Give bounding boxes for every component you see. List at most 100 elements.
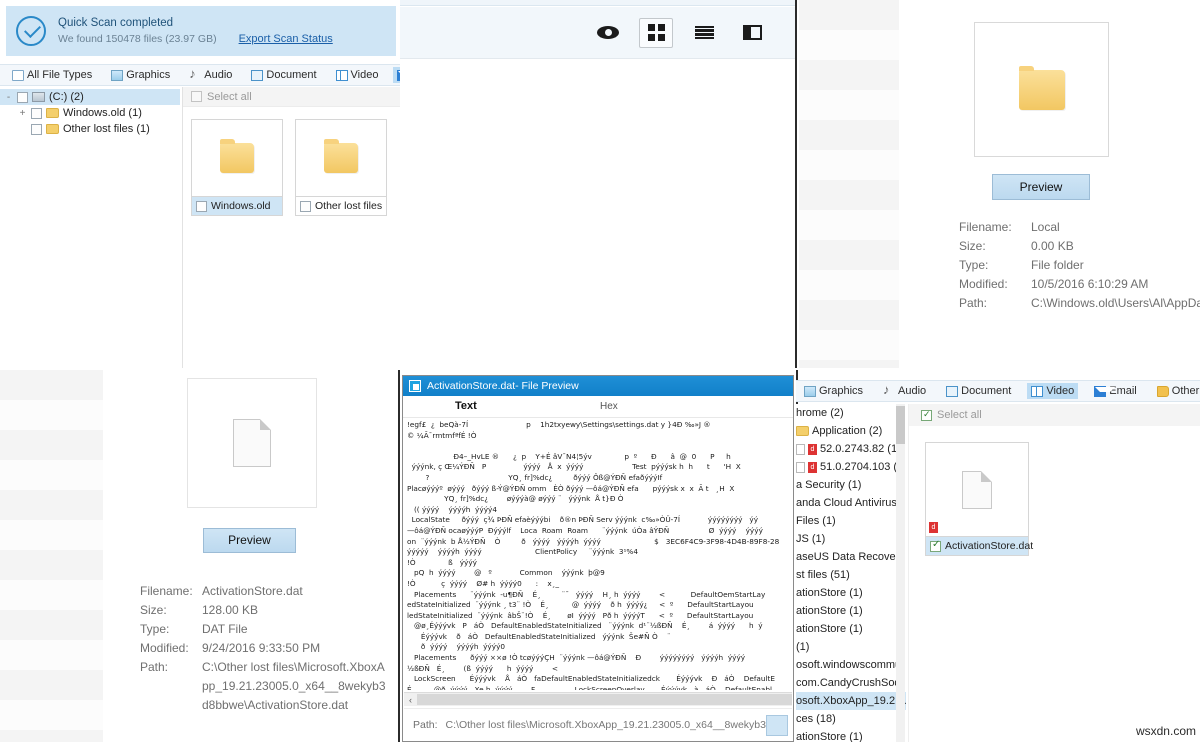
tree-checkbox[interactable] (31, 108, 42, 119)
list-row[interactable] (0, 700, 103, 730)
tab-audio[interactable]: Audio (879, 383, 930, 399)
list-row[interactable] (799, 240, 899, 270)
tree-item[interactable]: d52.0.2743.82 (1) (796, 440, 906, 458)
tree-item[interactable]: osoft.XboxApp_19.21.. (796, 692, 906, 710)
thumbnail-label-row[interactable]: Windows.old (191, 197, 283, 216)
thumbnail-item[interactable]: d ActivationStore.dat (925, 442, 1029, 556)
hex-content-area[interactable]: !egf£ ¿ beQà-7Í p 1h2txyewy\Settings\set… (404, 420, 792, 690)
metadata-row: Size: 0.00 KB (959, 237, 1199, 256)
tree-item[interactable]: JS (1) (796, 530, 906, 548)
folder-icon (796, 426, 809, 436)
list-row[interactable] (799, 330, 899, 360)
tree-item[interactable]: (1) (796, 638, 906, 656)
list-row[interactable] (799, 120, 899, 150)
eye-icon (597, 26, 619, 39)
tree-item-other-lost-files[interactable]: Other lost files (1) (0, 121, 180, 137)
list-row[interactable] (799, 30, 899, 60)
tree-item[interactable]: ationStore (1) (796, 728, 906, 742)
tree-item[interactable]: anda Cloud Antivirus (796, 494, 906, 512)
select-all-row-top[interactable]: Select all (183, 87, 400, 107)
hex-content-line: ýýýnk, ç Œ¼ÝÐÑ P ýýýý Å x ýýýý Test pýýý… (407, 462, 792, 473)
tree-item[interactable]: d51.0.2704.103 (1 (796, 458, 906, 476)
select-all-row-bottom[interactable]: Select all (909, 404, 1200, 426)
list-row[interactable] (0, 550, 103, 580)
list-row[interactable] (0, 520, 103, 550)
horizontal-scrollbar[interactable]: ‹ (404, 692, 792, 706)
select-all-checkbox[interactable] (191, 91, 202, 102)
list-row[interactable] (799, 0, 899, 30)
tree-item[interactable]: ationStore (1) (796, 620, 906, 638)
tab-all-file-types[interactable]: All File Types (8, 67, 96, 83)
select-all-checkbox[interactable] (921, 410, 932, 421)
list-row[interactable] (0, 370, 103, 400)
export-scan-status-link[interactable]: Export Scan Status (239, 33, 333, 45)
tree-item[interactable]: a Security (1) (796, 476, 906, 494)
thumbnail-label-row[interactable]: Other lost files (295, 197, 387, 216)
tree-checkbox[interactable] (17, 92, 28, 103)
scroll-left-arrow[interactable]: ‹ (404, 695, 417, 705)
item-checkbox[interactable] (196, 201, 207, 212)
preview-toggle-button[interactable] (591, 18, 625, 48)
tree-item[interactable]: osoft.windowscommu (796, 656, 906, 674)
list-view-button[interactable] (687, 18, 721, 48)
tab-document[interactable]: Document (247, 67, 320, 83)
tab-graphics[interactable]: Graphics (107, 67, 174, 83)
preview-button[interactable]: Preview (203, 528, 296, 553)
tree-item[interactable]: st files (51) (796, 566, 906, 584)
tab-label: Audio (898, 385, 926, 397)
list-row[interactable] (0, 400, 103, 430)
list-row[interactable] (799, 360, 899, 368)
tree-item[interactable]: hrome (2) (796, 404, 906, 422)
path-action-button[interactable] (766, 715, 788, 736)
tree-item[interactable]: com.CandyCrushSod (796, 674, 906, 692)
scrollbar-thumb[interactable] (896, 406, 905, 444)
thumbnail-list-top: Windows.old Other lost files (183, 107, 400, 228)
list-row[interactable] (0, 670, 103, 700)
tree-item[interactable]: aseUS Data Recovery ' (796, 548, 906, 566)
expander-icon[interactable]: - (4, 92, 13, 103)
thumbnail-item[interactable]: Other lost files (295, 119, 387, 216)
preview-button[interactable]: Preview (992, 174, 1090, 200)
list-row[interactable] (0, 730, 103, 742)
metadata-key: Filename: (140, 582, 202, 601)
list-row[interactable] (0, 430, 103, 460)
list-row[interactable] (0, 610, 103, 640)
list-row[interactable] (799, 180, 899, 210)
thumbnail-item[interactable]: Windows.old (191, 119, 283, 216)
tree-item[interactable]: ces (18) (796, 710, 906, 728)
scrollbar-track[interactable] (417, 694, 792, 705)
hex-content-line: edStateInitialized ¨ýýýnk ¸ t3¨ !Ò É¸ @ … (407, 600, 792, 611)
tree-item-drive-c[interactable]: - (C:) (2) (0, 89, 180, 105)
tree-item-windows-old[interactable]: + Windows.old (1) (0, 105, 180, 121)
tree-item[interactable]: ationStore (1) (796, 602, 906, 620)
list-row[interactable] (0, 460, 103, 490)
tab-video[interactable]: Video (1027, 383, 1078, 399)
tab-document[interactable]: Document (942, 383, 1015, 399)
thumbnail-label-row[interactable]: ActivationStore.dat (925, 536, 1029, 556)
tree-item[interactable]: Files (1) (796, 512, 906, 530)
tab-audio[interactable]: Audio (185, 67, 236, 83)
tree-checkbox[interactable] (31, 124, 42, 135)
thumbnail-image: d (925, 442, 1029, 536)
item-checkbox[interactable] (300, 201, 311, 212)
item-checkbox[interactable] (930, 541, 941, 552)
tab-email[interactable]: Email (1090, 383, 1141, 399)
tree-item[interactable]: ationStore (1) (796, 584, 906, 602)
list-row[interactable] (799, 90, 899, 120)
detail-pane-button[interactable] (735, 18, 769, 48)
list-row[interactable] (0, 580, 103, 610)
list-row[interactable] (799, 270, 899, 300)
list-row[interactable] (0, 490, 103, 520)
list-row[interactable] (799, 60, 899, 90)
list-row[interactable] (799, 210, 899, 240)
list-row[interactable] (0, 640, 103, 670)
expander-icon[interactable]: + (18, 108, 27, 119)
tab-graphics[interactable]: Graphics (800, 383, 867, 399)
tree-item[interactable]: Application (2) (796, 422, 906, 440)
list-row[interactable] (799, 300, 899, 330)
thumbnail-view-button[interactable] (639, 18, 673, 48)
tab-video[interactable]: Video (332, 67, 383, 83)
tree-vertical-scrollbar[interactable] (896, 404, 905, 742)
tab-other[interactable]: Other (1153, 383, 1200, 399)
list-row[interactable] (799, 150, 899, 180)
